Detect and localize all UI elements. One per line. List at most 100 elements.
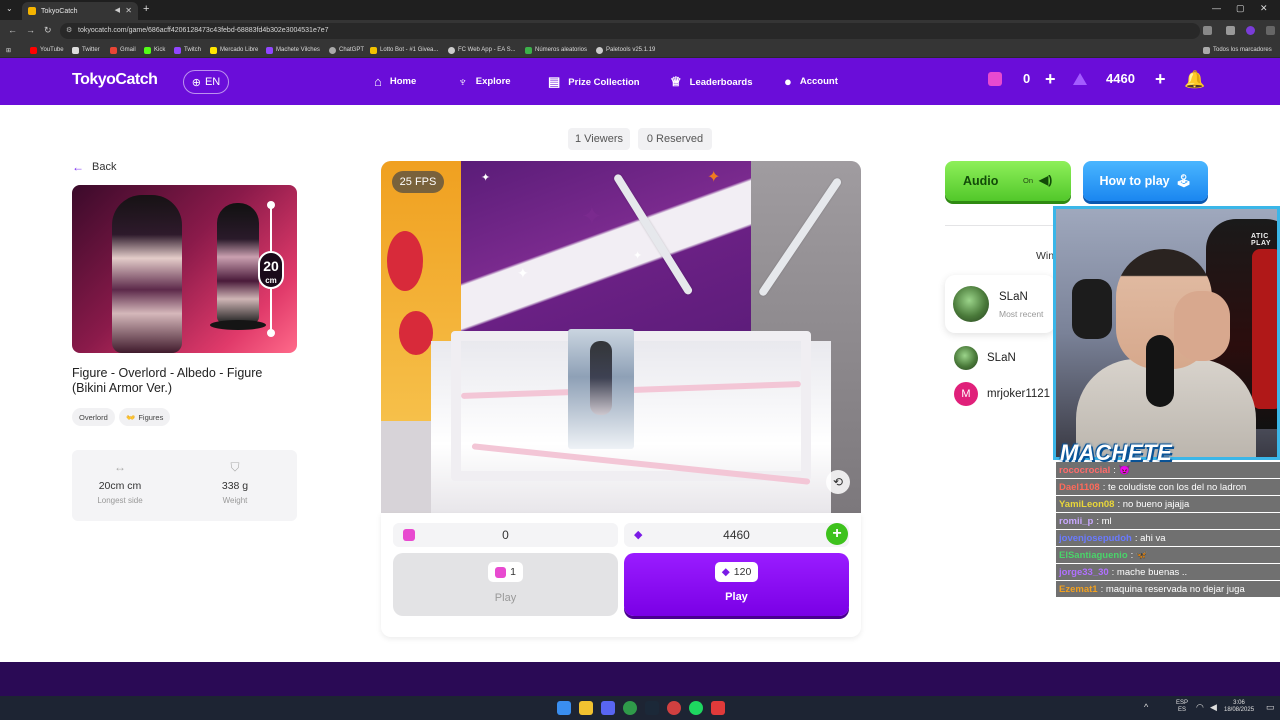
bookmark-mercado-libre[interactable]: Mercado Libre	[210, 44, 258, 56]
nav-account[interactable]: ● Account	[784, 74, 838, 89]
app-icon[interactable]	[711, 701, 725, 715]
new-tab-icon[interactable]: +	[143, 3, 149, 15]
star-decoration-icon: ✦	[707, 169, 721, 186]
add-points-green-button[interactable]: +	[826, 523, 848, 545]
clock[interactable]: 3:06 18/08/2025	[1224, 700, 1254, 714]
nav-prize-collection[interactable]: ▤ Prize Collection	[548, 74, 640, 90]
bookmark-youtube[interactable]: YouTube	[30, 44, 64, 56]
all-bookmarks[interactable]: Todos los marcadores	[1203, 44, 1272, 56]
figure-small-image	[217, 203, 259, 323]
chat-message: Ezemat1: maquina reservada no dejar juga	[1056, 581, 1280, 597]
tag-figures[interactable]: 👐 Figures	[119, 408, 171, 426]
ticket-balance-field: 0	[393, 523, 618, 547]
nav-home[interactable]: ⌂ Home	[374, 74, 416, 89]
reload-icon[interactable]: ↻	[44, 25, 52, 36]
gem-icon: ◆	[634, 529, 643, 541]
window-close-icon[interactable]: ✕	[1260, 3, 1268, 14]
paletools-icon	[596, 46, 603, 54]
bookmark-chatgpt[interactable]: ChatGPT	[329, 44, 364, 56]
bookmark-twitch[interactable]: Twitch	[174, 44, 201, 56]
ticket-icon	[495, 566, 507, 578]
add-tickets-button[interactable]: +	[1045, 69, 1056, 90]
profile-avatar-icon[interactable]	[1246, 26, 1255, 35]
streamer-hand	[1174, 291, 1230, 361]
twitch-icon	[266, 46, 273, 54]
volume-icon[interactable]: ◀	[1210, 702, 1217, 713]
recent-winner-card[interactable]: SLaN Most recent	[945, 275, 1055, 333]
bookmarks-apps-icon[interactable]: ⊞	[6, 44, 11, 56]
site-info-icon[interactable]: ⚙	[66, 23, 72, 39]
extension-icon[interactable]	[1203, 26, 1212, 35]
winners-heading: Win	[1036, 250, 1055, 262]
obs-icon[interactable]	[667, 701, 681, 715]
kick-icon	[144, 46, 151, 54]
forward-nav-icon[interactable]: →	[26, 25, 35, 35]
chat-message: rococrocial: 😈	[1056, 462, 1280, 478]
winner-avatar	[953, 286, 989, 322]
gem-icon: ◆	[721, 566, 730, 578]
minimize-icon[interactable]: —	[1212, 3, 1221, 13]
weight-icon: ⛉	[230, 460, 240, 474]
product-title: Figure - Overlord - Albedo - Figure (Bik…	[72, 366, 263, 395]
wifi-icon[interactable]: ◠	[1196, 702, 1204, 713]
site-footer	[0, 662, 1280, 696]
bookmark-machete[interactable]: Machete Vilches	[266, 44, 320, 56]
maximize-icon[interactable]: ▢	[1236, 3, 1245, 14]
chrome-icon[interactable]	[623, 701, 637, 715]
bookmark-lotto-bot[interactable]: Lotto Bot - #1 Givea...	[370, 44, 438, 56]
hands-icon: 👐	[126, 412, 136, 422]
bookmark-gmail[interactable]: Gmail	[110, 44, 136, 56]
how-to-play-button[interactable]: How to play 🕹	[1083, 161, 1208, 201]
winner-name[interactable]: SLaN	[987, 352, 1016, 364]
extensions-puzzle-icon[interactable]	[1226, 26, 1235, 35]
back-link[interactable]: ← Back	[72, 160, 116, 174]
tab-close-icon[interactable]: ✕	[125, 6, 132, 15]
ea-icon	[448, 46, 455, 54]
discord-icon[interactable]	[601, 701, 615, 715]
add-points-button[interactable]: +	[1155, 69, 1166, 90]
chat-message: ElSantiaguenio: 🦋	[1056, 547, 1280, 563]
claw-machine-video: ✦ ✦ ✦ ✦ ✦	[381, 161, 861, 513]
notifications-icon[interactable]: ▭	[1266, 702, 1275, 713]
browser-tab[interactable]: TokyoCatch ◀ ✕	[22, 2, 138, 20]
star-decoration-icon: ✦	[633, 250, 643, 262]
microphone	[1146, 335, 1174, 407]
language-code: EN	[204, 76, 221, 88]
nav-explore[interactable]: ♆ Explore	[458, 74, 511, 89]
box-icon: ▤	[548, 74, 561, 89]
language-selector[interactable]: ⊕ EN	[183, 70, 229, 94]
chat-message: jorge33_30: mache buenas ..	[1056, 564, 1280, 580]
play-with-points-button[interactable]: ◆ 120 Play	[624, 553, 849, 616]
play-with-tickets-button[interactable]: 1 Play	[393, 553, 618, 616]
ticket-icon	[988, 71, 1002, 86]
winner-name[interactable]: mrjoker1121	[987, 388, 1050, 400]
site-logo[interactable]: TokyoCatch	[72, 71, 158, 89]
bookmark-kick[interactable]: Kick	[144, 44, 165, 56]
tab-audio-icon[interactable]: ◀	[115, 6, 120, 14]
tag-overlord[interactable]: Overlord	[72, 408, 115, 426]
file-explorer-icon[interactable]	[579, 701, 593, 715]
spec-weight: ⛉ 338 g Weight	[195, 460, 275, 505]
bell-icon[interactable]: 🔔	[1184, 70, 1205, 90]
camera-switch-icon[interactable]: ⟲	[826, 470, 850, 494]
arrows-horizontal-icon: ↔	[114, 460, 126, 474]
viewers-count: 1 Viewers	[568, 128, 630, 150]
bookmark-twitter[interactable]: Twitter	[72, 44, 100, 56]
windows-start-icon[interactable]	[557, 701, 571, 715]
back-nav-icon[interactable]: ←	[8, 25, 17, 35]
bookmark-numeros[interactable]: Números aleatorios	[525, 44, 587, 56]
nav-leaderboards[interactable]: ♕ Leaderboards	[670, 74, 752, 90]
tab-list-chevron-icon[interactable]: ⌄	[6, 4, 13, 13]
keyboard-language[interactable]: ESP ES	[1176, 700, 1188, 714]
bookmark-paletools[interactable]: Paletools v25.1.19	[596, 44, 655, 56]
spotify-icon[interactable]	[689, 701, 703, 715]
steam-icon[interactable]	[645, 701, 659, 715]
browser-menu-icon[interactable]	[1266, 26, 1275, 35]
tray-chevron-icon[interactable]: ^	[1144, 702, 1148, 712]
bookmark-fc-web-app[interactable]: FC Web App - EA S...	[448, 44, 516, 56]
star-decoration-icon: ✦	[517, 265, 529, 281]
url-input[interactable]: ⚙ tokyocatch.com/game/686acff4206128473c…	[60, 23, 1200, 39]
audio-toggle-button[interactable]: Audio On ◀)	[945, 161, 1071, 201]
tab-title: TokyoCatch	[41, 7, 78, 15]
speaker-icon: ◀)	[1039, 173, 1053, 187]
